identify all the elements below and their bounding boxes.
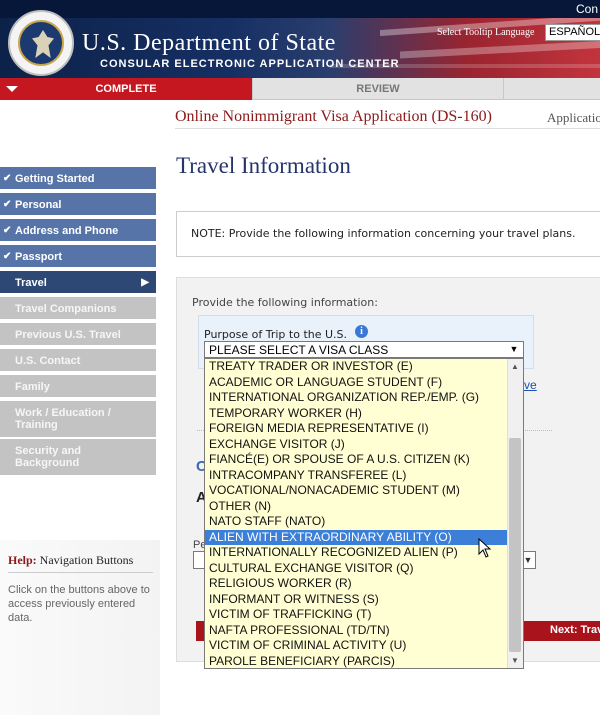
divider: [8, 572, 153, 573]
site-header: Con U.S. Department of State CONSULAR EL…: [0, 0, 600, 78]
sidebar-item-label: Work / Education / Training: [15, 407, 111, 431]
sidebar-item-family: Family: [0, 375, 156, 399]
contact-link[interactable]: Con: [576, 2, 598, 16]
dropdown-option[interactable]: TEMPORARY WORKER (H): [205, 406, 508, 422]
scroll-down-icon[interactable]: ▼: [511, 656, 519, 665]
sidebar-item-getting-started[interactable]: ✔ Getting Started: [0, 167, 156, 191]
seal-center: [18, 20, 64, 66]
sidebar-item-label: Security and Background: [15, 445, 82, 469]
help-title-rest: Navigation Buttons: [36, 553, 134, 567]
progress-step-complete[interactable]: COMPLETE: [0, 78, 252, 100]
dropdown-option[interactable]: VICTIM OF TRAFFICKING (T): [205, 607, 508, 623]
progress-complete-label: COMPLETE: [95, 83, 157, 95]
tooltip-language-label: Select Tooltip Language: [437, 27, 535, 38]
next-travel-companions-button[interactable]: Next: Trav: [550, 624, 600, 636]
dropdown-option[interactable]: OTHER (N): [205, 499, 508, 515]
mouse-pointer-icon: [478, 538, 492, 558]
dropdown-option[interactable]: FOREIGN MEDIA REPRESENTATIVE (I): [205, 421, 508, 437]
application-title: Online Nonimmigrant Visa Application (DS…: [175, 108, 492, 125]
sidebar-item-previous-us-travel: Previous U.S. Travel: [0, 323, 156, 347]
sidebar-item-work-education-training: Work / Education / Training: [0, 401, 156, 439]
visa-class-select[interactable]: PLEASE SELECT A VISA CLASS: [204, 341, 524, 358]
caret-down-icon: [6, 86, 18, 92]
sidebar-item-label: U.S. Contact: [15, 355, 81, 367]
progress-step-review[interactable]: REVIEW: [252, 78, 504, 100]
chevron-down-icon[interactable]: ▼: [506, 341, 522, 358]
sidebar-item-travel-companions: Travel Companions: [0, 297, 156, 321]
dropdown-option[interactable]: RELIGIOUS WORKER (R): [205, 576, 508, 592]
progress-bar: COMPLETE REVIEW: [0, 78, 600, 100]
dropdown-option[interactable]: NATO STAFF (NATO): [205, 514, 508, 530]
sidebar-item-label: Personal: [15, 199, 62, 211]
sidebar-item-security-and-background: Security and Background: [0, 439, 156, 477]
visa-class-dropdown-list[interactable]: TREATY TRADER OR INVESTOR (E) ACADEMIC O…: [204, 358, 524, 669]
sidebar-item-passport[interactable]: ✔ Passport: [0, 245, 156, 269]
dropdown-option[interactable]: EXCHANGE VISITOR (J): [205, 437, 508, 453]
sidebar-item-label: Previous U.S. Travel: [15, 329, 121, 341]
dropdown-option[interactable]: INTERNATIONALLY RECOGNIZED ALIEN (P): [205, 545, 508, 561]
help-title: Help: Navigation Buttons: [8, 553, 133, 568]
sidebar-item-us-contact: U.S. Contact: [0, 349, 156, 373]
check-icon: ✔: [3, 199, 12, 210]
help-text: Click on the buttons above to access pre…: [8, 584, 150, 624]
check-icon: ✔: [3, 225, 12, 236]
purpose-of-trip-label: Purpose of Trip to the U.S.: [204, 328, 348, 341]
background-link[interactable]: ve: [524, 378, 537, 392]
dropdown-option[interactable]: TREATY TRADER OR INVESTOR (E): [205, 359, 508, 375]
check-icon: ✔: [3, 173, 12, 184]
scrollbar-thumb[interactable]: [509, 438, 521, 652]
dropdown-option[interactable]: FIANCÉ(E) OR SPOUSE OF A U.S. CITIZEN (K…: [205, 452, 508, 468]
arrow-right-icon: ▶: [141, 277, 149, 288]
form-instructions: Provide the following information:: [192, 296, 378, 309]
dropdown-option[interactable]: PAROLE BENEFICIARY (PARCIS): [205, 654, 508, 669]
top-bar: Con: [0, 0, 600, 18]
dropdown-option[interactable]: ACADEMIC OR LANGUAGE STUDENT (F): [205, 375, 508, 391]
sidebar-item-label: Address and Phone: [15, 225, 119, 237]
dropdown-option[interactable]: VICTIM OF CRIMINAL ACTIVITY (U): [205, 638, 508, 654]
eagle-icon: [32, 30, 54, 58]
sidebar-item-label: Passport: [15, 251, 63, 263]
tooltip-language-select[interactable]: ESPAÑOL: [545, 24, 600, 41]
dropdown-option-highlighted[interactable]: ALIEN WITH EXTRAORDINARY ABILITY (O): [205, 529, 508, 545]
department-title: U.S. Department of State: [82, 30, 336, 56]
department-subtitle: CONSULAR ELECTRONIC APPLICATION CENTER: [100, 58, 400, 70]
sidebar-item-address-and-phone[interactable]: ✔ Address and Phone: [0, 219, 156, 243]
dropdown-option[interactable]: NAFTA PROFESSIONAL (TD/TN): [205, 623, 508, 639]
check-icon: ✔: [3, 251, 12, 262]
divider: [175, 128, 600, 129]
application-id-label: Applicatio: [547, 110, 600, 125]
sidebar-item-travel[interactable]: Travel ▶: [0, 271, 156, 295]
sidebar-item-personal[interactable]: ✔ Personal: [0, 193, 156, 217]
sidebar-item-label: Travel: [15, 277, 47, 289]
scroll-up-icon[interactable]: ▲: [511, 362, 519, 371]
sidebar-item-label: Travel Companions: [15, 303, 117, 315]
note-text: NOTE: Provide the following information …: [191, 227, 576, 240]
sidebar-item-label: Family: [15, 381, 50, 393]
sidebar-item-label: Getting Started: [15, 173, 95, 185]
info-icon[interactable]: i: [355, 325, 368, 338]
dropdown-option[interactable]: INFORMANT OR WITNESS (S): [205, 592, 508, 608]
state-department-seal-logo: [8, 10, 74, 76]
dropdown-option[interactable]: VOCATIONAL/NONACADEMIC STUDENT (M): [205, 483, 508, 499]
dropdown-option[interactable]: INTRACOMPANY TRANSFEREE (L): [205, 468, 508, 484]
flag-stripe: [400, 40, 600, 59]
dropdown-option[interactable]: INTERNATIONAL ORGANIZATION REP./EMP. (G): [205, 390, 508, 406]
help-title-bold: Help:: [8, 553, 37, 567]
dropdown-option[interactable]: CULTURAL EXCHANGE VISITOR (Q): [205, 561, 508, 577]
page-title: Travel Information: [176, 153, 351, 178]
